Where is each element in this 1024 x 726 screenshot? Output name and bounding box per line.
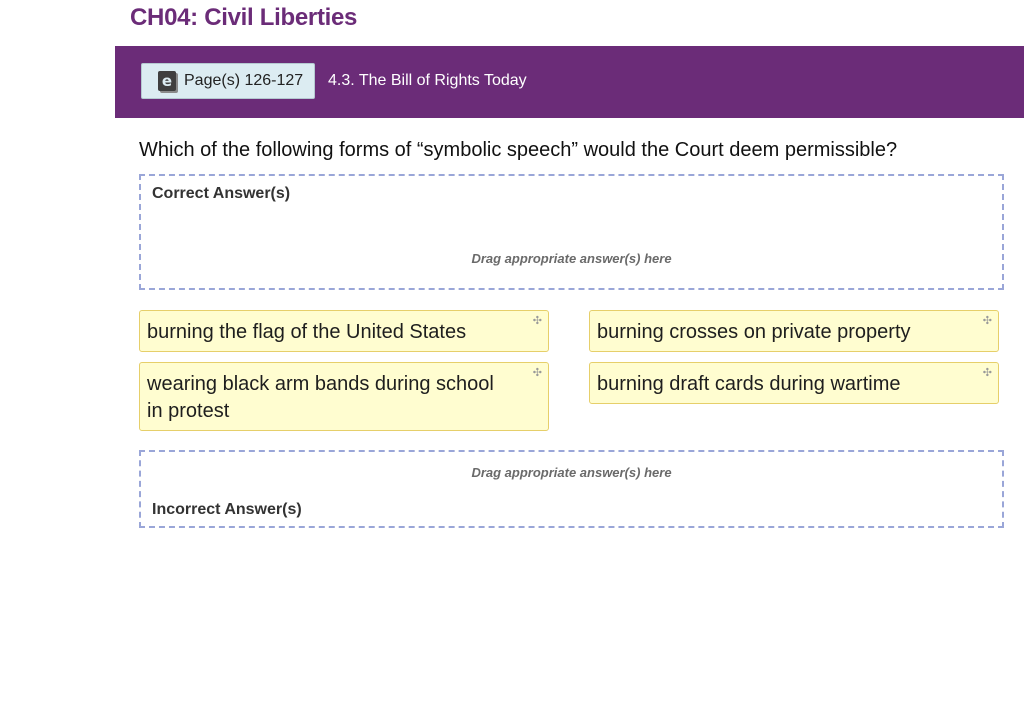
correct-answers-label: Correct Answer(s) bbox=[152, 185, 291, 202]
question-text: Which of the following forms of “symboli… bbox=[139, 139, 898, 161]
pages-label: Page(s) 126-127 bbox=[184, 72, 304, 89]
move-icon[interactable]: ✣ bbox=[533, 367, 542, 379]
section-title: 4.3. The Bill of Rights Today bbox=[328, 72, 527, 89]
ebook-icon: e bbox=[158, 71, 176, 91]
incorrect-answers-label: Incorrect Answer(s) bbox=[152, 501, 302, 518]
incorrect-dropzone-hint: Drag appropriate answer(s) here bbox=[471, 465, 672, 480]
answer-card[interactable]: burning draft cards during wartime ✣ bbox=[589, 362, 999, 404]
answer-text: wearing black arm bands during school in… bbox=[147, 373, 494, 422]
move-icon[interactable]: ✣ bbox=[983, 315, 992, 327]
answer-card[interactable]: burning the flag of the United States ✣ bbox=[139, 310, 549, 352]
answer-text: burning the flag of the United States bbox=[147, 321, 467, 343]
answer-card[interactable]: wearing black arm bands during school in… bbox=[139, 362, 549, 431]
chapter-title: CH04: Civil Liberties bbox=[130, 4, 358, 31]
correct-answers-dropzone[interactable]: Correct Answer(s) Drag appropriate answe… bbox=[139, 174, 1004, 290]
ebook-pages-button[interactable]: e Page(s) 126-127 bbox=[141, 63, 315, 99]
incorrect-answers-dropzone[interactable]: Drag appropriate answer(s) here Incorrec… bbox=[139, 450, 1004, 528]
answer-text: burning crosses on private property bbox=[597, 321, 911, 343]
section-banner: e Page(s) 126-127 4.3. The Bill of Right… bbox=[115, 46, 1024, 118]
answer-text: burning draft cards during wartime bbox=[597, 373, 901, 395]
move-icon[interactable]: ✣ bbox=[983, 367, 992, 379]
ebook-icon-glyph: e bbox=[161, 71, 173, 90]
correct-dropzone-hint: Drag appropriate answer(s) here bbox=[471, 251, 672, 266]
move-icon[interactable]: ✣ bbox=[533, 315, 542, 327]
answer-card[interactable]: burning crosses on private property ✣ bbox=[589, 310, 999, 352]
